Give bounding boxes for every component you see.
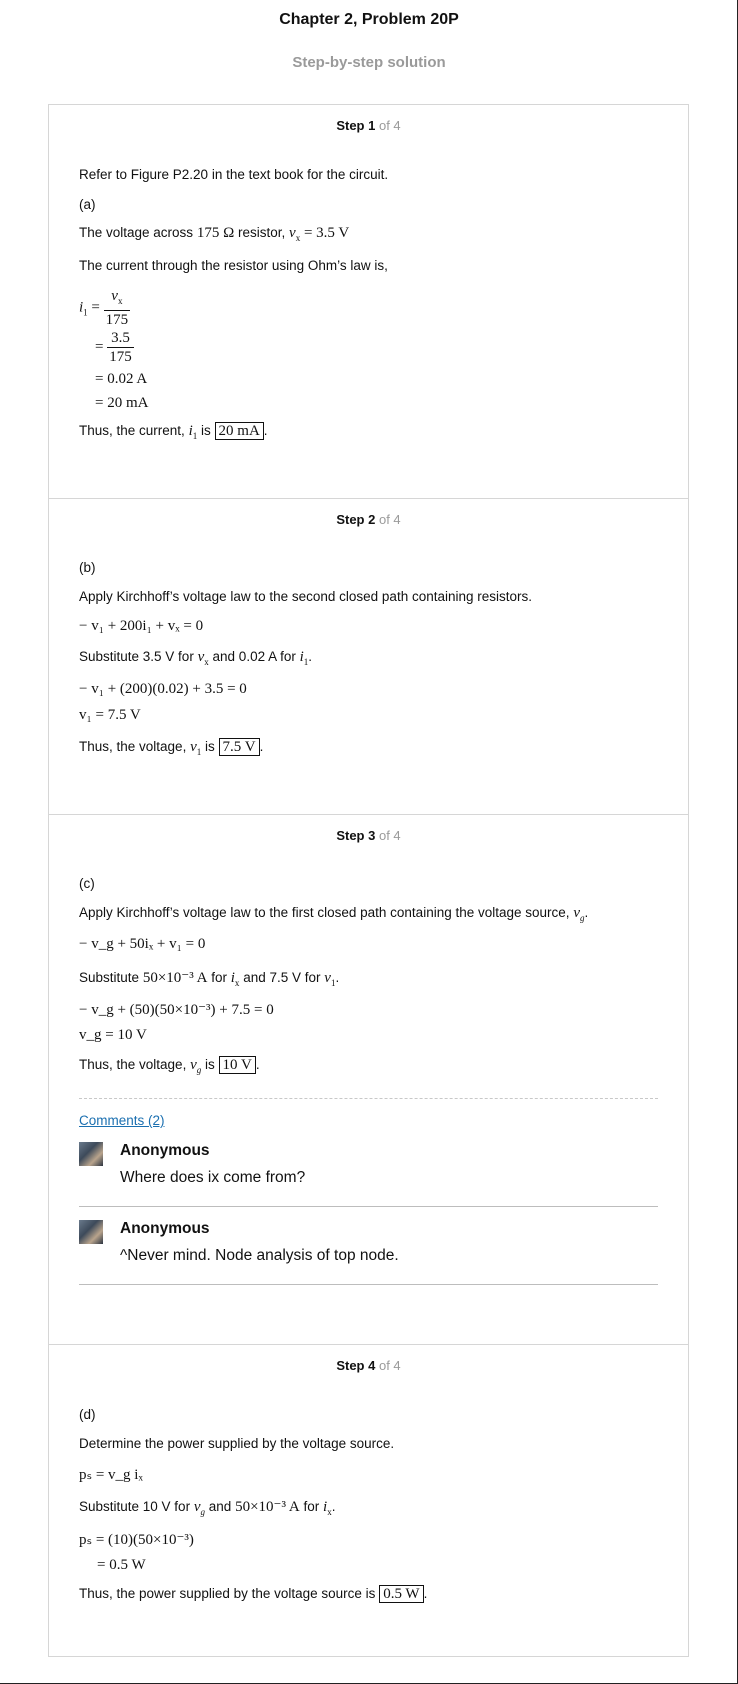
comment-author[interactable]: Anonymous xyxy=(120,1220,210,1238)
equation-result-a: = 0.02 A xyxy=(95,371,148,387)
part-label: (c) xyxy=(79,876,95,891)
comment-author[interactable]: Anonymous xyxy=(120,1142,210,1160)
step-1-conclusion: Thus, the current, i1 is 20 mA. xyxy=(79,422,268,441)
step-of: of 4 xyxy=(378,828,401,843)
step-3-kvl-text: Apply Kirchhoff’s voltage law to the fir… xyxy=(79,905,589,923)
equation-power: pₛ = v_g iₓ xyxy=(79,1467,143,1483)
step-1-voltage-line: The voltage across 175 Ω resistor, vx = … xyxy=(79,225,350,243)
answer-box: 0.5 W xyxy=(379,1585,424,1603)
equation-kvl-3: − v_g + 50iₓ + v₁ = 0 xyxy=(79,936,206,952)
equation-vg: v_g = 10 V xyxy=(79,1027,147,1043)
step-1-ohms-law-text: The current through the resistor using O… xyxy=(79,258,388,273)
answer-box: 10 V xyxy=(218,1056,256,1074)
solution-container: Step 1 of 4 Refer to Figure P2.20 in the… xyxy=(48,104,689,1657)
step-2-substitute: Substitute 3.5 V for vx and 0.02 A for i… xyxy=(79,649,313,667)
step-4-substitute: Substitute 10 V for vg and 50×10⁻³ A for… xyxy=(79,1499,336,1517)
step-label: Step 1 xyxy=(336,118,376,133)
comment-text: Where does ix come from? xyxy=(120,1169,306,1186)
step-label: Step 2 xyxy=(336,512,376,527)
comment-item: Anonymous Where does ix come from? xyxy=(79,1142,658,1212)
equation-result-ma: = 20 mA xyxy=(95,395,149,411)
step-4-header: Step 4 of 4 xyxy=(49,1358,688,1373)
comment-divider xyxy=(79,1284,658,1285)
part-label: (b) xyxy=(79,560,96,575)
equation-substituted: = 3.5 175 xyxy=(95,330,134,365)
step-2-header: Step 2 of 4 xyxy=(49,512,688,527)
part-label: (d) xyxy=(79,1407,96,1422)
step-1-intro: Refer to Figure P2.20 in the text book f… xyxy=(79,167,389,182)
equation-v1: v₁ = 7.5 V xyxy=(79,707,141,723)
comments-divider xyxy=(79,1098,658,1099)
resistance-value: 175 Ω xyxy=(196,225,235,241)
page-title: Chapter 2, Problem 20P xyxy=(279,11,459,28)
step-3: Step 3 of 4 (c) Apply Kirchhoff’s voltag… xyxy=(49,814,688,1344)
step-of: of 4 xyxy=(378,118,401,133)
avatar[interactable] xyxy=(79,1220,103,1244)
step-1-header: Step 1 of 4 xyxy=(49,118,688,133)
equation-substituted-2: − v₁ + (200)(0.02) + 3.5 = 0 xyxy=(79,681,247,697)
comment-divider xyxy=(79,1206,658,1207)
step-1: Step 1 of 4 Refer to Figure P2.20 in the… xyxy=(49,105,688,498)
part-label: (a) xyxy=(79,197,96,212)
comments-link[interactable]: Comments (2) xyxy=(79,1113,165,1128)
step-3-substitute: Substitute 50×10⁻³ A for ix and 7.5 V fo… xyxy=(79,970,340,988)
step-of: of 4 xyxy=(378,512,401,527)
step-4-conclusion: Thus, the power supplied by the voltage … xyxy=(79,1585,428,1603)
equation-substituted-3: − v_g + (50)(50×10⁻³) + 7.5 = 0 xyxy=(79,1002,274,1018)
step-label: Step 4 xyxy=(336,1358,376,1373)
step-2-kvl-text: Apply Kirchhoff’s voltage law to the sec… xyxy=(79,589,533,604)
equation-i1-fraction: i1 = vx 175 xyxy=(79,288,131,328)
step-2-conclusion: Thus, the voltage, v1 is 7.5 V. xyxy=(79,738,264,757)
page-subtitle: Step-by-step solution xyxy=(292,54,446,71)
equation-power-result: = 0.5 W xyxy=(97,1557,146,1573)
step-4: Step 4 of 4 (d) Determine the power supp… xyxy=(49,1344,688,1656)
avatar[interactable] xyxy=(79,1142,103,1166)
comment-item: Anonymous ^Never mind. Node analysis of … xyxy=(79,1220,658,1290)
answer-box: 20 mA xyxy=(214,422,264,440)
equation-kvl-2: − v₁ + 200i₁ + vₓ = 0 xyxy=(79,618,204,634)
equation-power-substituted: pₛ = (10)(50×10⁻³) xyxy=(79,1532,194,1548)
answer-box: 7.5 V xyxy=(218,738,260,756)
step-of: of 4 xyxy=(378,1358,401,1373)
step-label: Step 3 xyxy=(336,828,376,843)
step-4-power-text: Determine the power supplied by the volt… xyxy=(79,1436,395,1451)
step-2: Step 2 of 4 (b) Apply Kirchhoff’s voltag… xyxy=(49,498,688,814)
step-3-header: Step 3 of 4 xyxy=(49,828,688,843)
step-3-conclusion: Thus, the voltage, vg is 10 V. xyxy=(79,1056,260,1075)
comment-text: ^Never mind. Node analysis of top node. xyxy=(120,1247,399,1264)
